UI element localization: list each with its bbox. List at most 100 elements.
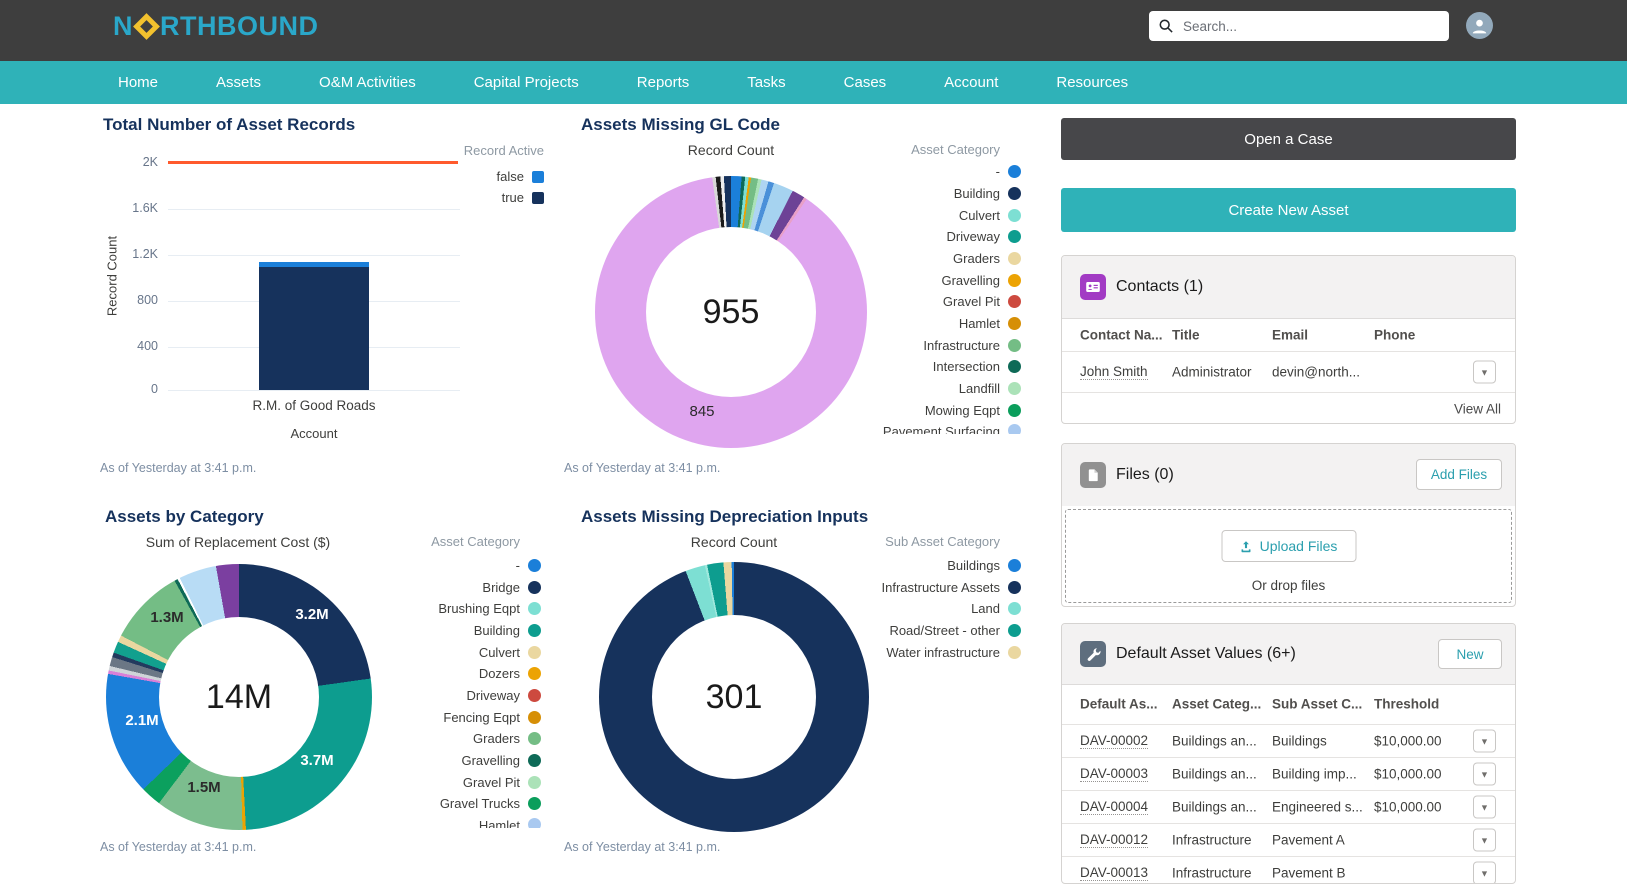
legend-item[interactable]: Brushing Eqpt xyxy=(438,601,541,616)
legend-item[interactable]: Building xyxy=(954,186,1021,201)
legend-swatch xyxy=(528,818,541,828)
legend-item[interactable]: Landfill xyxy=(959,381,1021,396)
contact-row: John Smith Administrator devin@north... … xyxy=(1062,351,1515,392)
upload-files-button[interactable]: Upload Files xyxy=(1221,530,1356,562)
new-button[interactable]: New xyxy=(1438,639,1502,669)
open-case-button[interactable]: Open a Case xyxy=(1061,118,1516,160)
legend-item-true[interactable]: true xyxy=(502,190,544,205)
dav-record-link[interactable]: DAV-00002 xyxy=(1080,733,1149,749)
contact-card-icon xyxy=(1080,274,1106,300)
legend-item[interactable]: Culvert xyxy=(479,645,541,660)
northbound-logo[interactable]: N RTHBOUND xyxy=(113,13,319,40)
user-avatar[interactable] xyxy=(1466,12,1493,39)
legend-item[interactable]: Hamlet xyxy=(959,316,1021,331)
upload-icon xyxy=(1241,540,1251,552)
legend-item[interactable]: - xyxy=(996,164,1021,179)
donut-chart[interactable]: 14M xyxy=(106,564,372,830)
file-drop-zone[interactable]: Upload Files Or drop files xyxy=(1065,509,1512,603)
nav-item-assets[interactable]: Assets xyxy=(216,74,261,91)
legend-item[interactable]: Culvert xyxy=(959,208,1021,223)
legend-item[interactable]: Land xyxy=(971,601,1021,616)
drop-files-hint: Or drop files xyxy=(1251,578,1326,593)
legend-swatch xyxy=(1008,252,1021,265)
donut-center-value: 955 xyxy=(702,292,760,331)
x-tick-label: R.M. of Good Roads xyxy=(252,398,376,413)
legend-swatch xyxy=(528,581,541,594)
donut-chart[interactable]: 301 xyxy=(599,562,869,832)
legend-item[interactable]: Dozers xyxy=(479,666,541,681)
global-search[interactable] xyxy=(1149,11,1449,41)
legend-item[interactable]: - xyxy=(516,558,541,573)
nav-item-account[interactable]: Account xyxy=(944,74,998,91)
row-actions-dropdown[interactable]: ▼ xyxy=(1473,795,1496,819)
create-new-asset-button[interactable]: Create New Asset xyxy=(1061,188,1516,232)
dav-record-link[interactable]: DAV-00013 xyxy=(1080,865,1149,881)
legend-item[interactable]: Driveway xyxy=(467,688,541,703)
search-input[interactable] xyxy=(1181,17,1439,35)
row-actions-dropdown[interactable]: ▼ xyxy=(1473,762,1496,786)
legend-title: Sub Asset Category xyxy=(885,534,1000,549)
nav-item-cases[interactable]: Cases xyxy=(844,74,887,91)
col-contact-name: Contact Na... xyxy=(1080,327,1163,342)
legend-item[interactable]: Intersection xyxy=(933,359,1021,374)
files-card-title[interactable]: Files (0) xyxy=(1116,466,1174,484)
row-actions-dropdown[interactable]: ▼ xyxy=(1473,360,1496,384)
dav-record-link[interactable]: DAV-00012 xyxy=(1080,832,1149,848)
legend-item[interactable]: Fencing Eqpt xyxy=(443,710,541,725)
contact-email-cell: devin@north... xyxy=(1272,364,1361,380)
legend-swatch xyxy=(532,191,544,204)
legend-item[interactable]: Graders xyxy=(473,731,541,746)
dav-card-title[interactable]: Default Asset Values (6+) xyxy=(1116,645,1296,663)
legend-item[interactable]: Graders xyxy=(953,251,1021,266)
legend-item[interactable]: Water infrastructure xyxy=(886,645,1021,660)
legend-title: Asset Category xyxy=(431,534,520,549)
contacts-card-title[interactable]: Contacts (1) xyxy=(1116,278,1203,296)
gridline xyxy=(168,209,460,210)
add-files-button[interactable]: Add Files xyxy=(1416,459,1502,490)
row-actions-dropdown[interactable]: ▼ xyxy=(1473,729,1496,753)
legend-item[interactable]: Gravelling xyxy=(461,753,541,768)
nav-item-capital-projects[interactable]: Capital Projects xyxy=(474,74,579,91)
donut-chart[interactable]: 955 xyxy=(595,176,867,448)
dav-row: DAV-00013 Infrastructure Pavement B ▼ xyxy=(1062,856,1515,883)
nav-item-om-activities[interactable]: O&M Activities xyxy=(319,74,416,91)
legend-swatch xyxy=(1008,581,1021,594)
search-icon xyxy=(1159,19,1173,33)
legend-item[interactable]: Building xyxy=(474,623,541,638)
dav-record-link[interactable]: DAV-00003 xyxy=(1080,766,1149,782)
legend-swatch xyxy=(1008,317,1021,330)
slice-value-label: 3.2M xyxy=(295,606,329,623)
legend-item[interactable]: Bridge xyxy=(482,580,541,595)
nav-item-resources[interactable]: Resources xyxy=(1056,74,1128,91)
baseline xyxy=(168,390,460,391)
row-actions-dropdown[interactable]: ▼ xyxy=(1473,861,1496,883)
legend-item[interactable]: Gravel Trucks xyxy=(440,796,541,811)
contact-title-cell: Administrator xyxy=(1172,364,1252,380)
file-icon xyxy=(1080,462,1106,488)
bar-segment-true[interactable] xyxy=(259,267,369,390)
legend-item-false[interactable]: false xyxy=(497,169,544,184)
nav-item-tasks[interactable]: Tasks xyxy=(747,74,785,91)
legend-item[interactable]: Gravelling xyxy=(941,273,1021,288)
row-actions-dropdown[interactable]: ▼ xyxy=(1473,828,1496,852)
legend-item[interactable]: Mowing Eqpt xyxy=(925,403,1021,418)
legend-item[interactable]: Infrastructure xyxy=(923,338,1021,353)
chart-title: Total Number of Asset Records xyxy=(103,115,356,134)
legend-item[interactable]: Hamlet xyxy=(479,818,541,828)
legend-item[interactable]: Gravel Pit xyxy=(943,294,1021,309)
legend-item[interactable]: Driveway xyxy=(947,229,1021,244)
legend-item[interactable]: Infrastructure Assets xyxy=(882,580,1021,595)
dav-row: DAV-00002 Buildings an... Buildings $10,… xyxy=(1062,724,1515,757)
dav-record-link[interactable]: DAV-00004 xyxy=(1080,799,1149,815)
legend-item[interactable]: Buildings xyxy=(947,558,1021,573)
legend-item[interactable]: Road/Street - other xyxy=(889,623,1021,638)
legend-item[interactable]: Pavement Surfacing xyxy=(883,424,1021,434)
contact-name-link[interactable]: John Smith xyxy=(1080,364,1148,380)
legend-item[interactable]: Gravel Pit xyxy=(463,775,541,790)
view-all-link[interactable]: View All xyxy=(1454,402,1501,417)
nav-item-reports[interactable]: Reports xyxy=(637,74,690,91)
slice-value-label: 845 xyxy=(689,403,715,420)
chart-title: Assets Missing GL Code xyxy=(581,115,781,134)
legend-swatch xyxy=(528,732,541,745)
nav-item-home[interactable]: Home xyxy=(118,74,158,91)
